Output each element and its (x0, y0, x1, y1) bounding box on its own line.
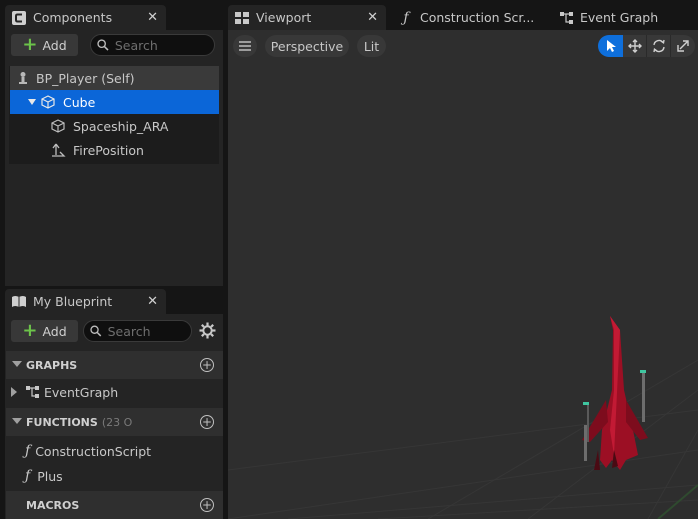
add-blueprint-label: Add (42, 323, 67, 339)
section-graphs-header[interactable]: GRAPHS + (6, 351, 223, 379)
static-mesh-icon (50, 119, 66, 133)
add-macro-icon[interactable]: + (200, 498, 214, 512)
function-override-icon: ƒ (25, 443, 31, 459)
tree-item-label: BP_Player (Self) (36, 70, 135, 86)
viewport-icon (234, 10, 250, 26)
add-blueprint-item-button[interactable]: + Add (11, 320, 78, 342)
tab-event-graph[interactable]: Event Graph (552, 5, 698, 30)
viewport-canvas[interactable] (228, 30, 698, 519)
collapse-arrow-icon (12, 418, 22, 424)
translate-tool-button[interactable] (623, 35, 647, 57)
expand-arrow-icon[interactable] (11, 387, 17, 397)
select-tool-button[interactable] (598, 35, 623, 57)
tree-item-label: Spaceship_ARA (73, 118, 169, 134)
lit-button[interactable]: Lit (357, 35, 386, 57)
gear-icon[interactable] (199, 322, 216, 342)
function-item-plus[interactable]: ƒ Plus (6, 464, 223, 488)
book-icon (11, 294, 27, 310)
function-item-label: ConstructionScript (35, 443, 152, 459)
search-icon (90, 325, 102, 337)
section-functions-header[interactable]: FUNCTIONS (23 O + (6, 408, 223, 436)
tab-construction-script[interactable]: ƒ Construction Scr... (392, 5, 550, 30)
tree-item-label: FirePosition (73, 142, 144, 158)
blueprint-search-field[interactable] (107, 323, 191, 339)
tab-viewport[interactable]: Viewport ✕ (228, 5, 386, 30)
collapse-arrow-icon (12, 361, 22, 367)
translate-icon (627, 39, 642, 53)
section-functions-count: (23 O (101, 415, 133, 429)
graph-item-eventgraph[interactable]: EventGraph (6, 380, 223, 404)
components-icon (11, 10, 27, 26)
pawn-icon (16, 71, 30, 85)
tree-item-fireposition[interactable]: FirePosition (10, 138, 219, 162)
tree-item-self[interactable]: BP_Player (Self) (10, 66, 219, 90)
perspective-button[interactable]: Perspective (265, 35, 349, 57)
components-search-field[interactable] (114, 37, 214, 53)
rotate-tool-button[interactable] (647, 35, 671, 57)
hamburger-icon (239, 41, 251, 51)
tab-my-blueprint-label: My Blueprint (33, 294, 113, 309)
close-icon[interactable]: ✕ (147, 10, 158, 25)
function-icon: ƒ (25, 468, 31, 484)
tree-item-cube[interactable]: Cube (10, 90, 219, 114)
rotate-icon (652, 39, 665, 53)
transform-toolbar (598, 35, 695, 57)
plus-icon: + (22, 320, 38, 341)
scale-tool-button[interactable] (671, 35, 695, 57)
tab-components-label: Components (33, 10, 113, 25)
arrow-component-icon (50, 143, 66, 157)
tree-item-spaceship[interactable]: Spaceship_ARA (10, 114, 219, 138)
viewport-menu-button[interactable] (233, 35, 257, 57)
tab-components[interactable]: Components ✕ (5, 5, 166, 30)
section-functions-title: FUNCTIONS (26, 415, 98, 429)
add-graph-icon[interactable]: + (200, 358, 214, 372)
function-item-label: Plus (37, 468, 63, 484)
scale-icon (677, 40, 689, 52)
graph-icon (558, 10, 574, 26)
select-icon (606, 40, 616, 52)
add-function-icon[interactable]: + (200, 415, 214, 429)
expand-arrow-icon[interactable] (28, 99, 36, 105)
spaceship-model[interactable] (582, 316, 648, 470)
static-mesh-icon (40, 95, 56, 109)
add-component-button[interactable]: + Add (11, 34, 78, 56)
tree-item-label: Cube (63, 94, 96, 110)
tab-viewport-label: Viewport (256, 10, 312, 25)
section-graphs-title: GRAPHS (26, 358, 78, 372)
close-icon[interactable]: ✕ (367, 10, 378, 25)
plus-icon: + (22, 34, 38, 55)
section-macros-title: MACROS (26, 498, 80, 512)
search-icon (97, 39, 109, 51)
add-component-label: Add (42, 37, 67, 53)
tab-event-graph-label: Event Graph (580, 10, 659, 25)
graph-item-label: EventGraph (44, 384, 119, 400)
blueprint-search-input[interactable] (83, 320, 192, 342)
components-search-input[interactable] (90, 34, 215, 56)
section-macros-header[interactable]: MACROS + (6, 491, 223, 519)
function-item-constructionscript[interactable]: ƒ ConstructionScript (6, 439, 223, 463)
close-icon[interactable]: ✕ (147, 294, 158, 309)
function-icon: ƒ (403, 9, 409, 26)
tab-my-blueprint[interactable]: My Blueprint ✕ (5, 289, 166, 314)
graph-icon (25, 385, 40, 399)
tab-construction-label: Construction Scr... (420, 10, 535, 25)
